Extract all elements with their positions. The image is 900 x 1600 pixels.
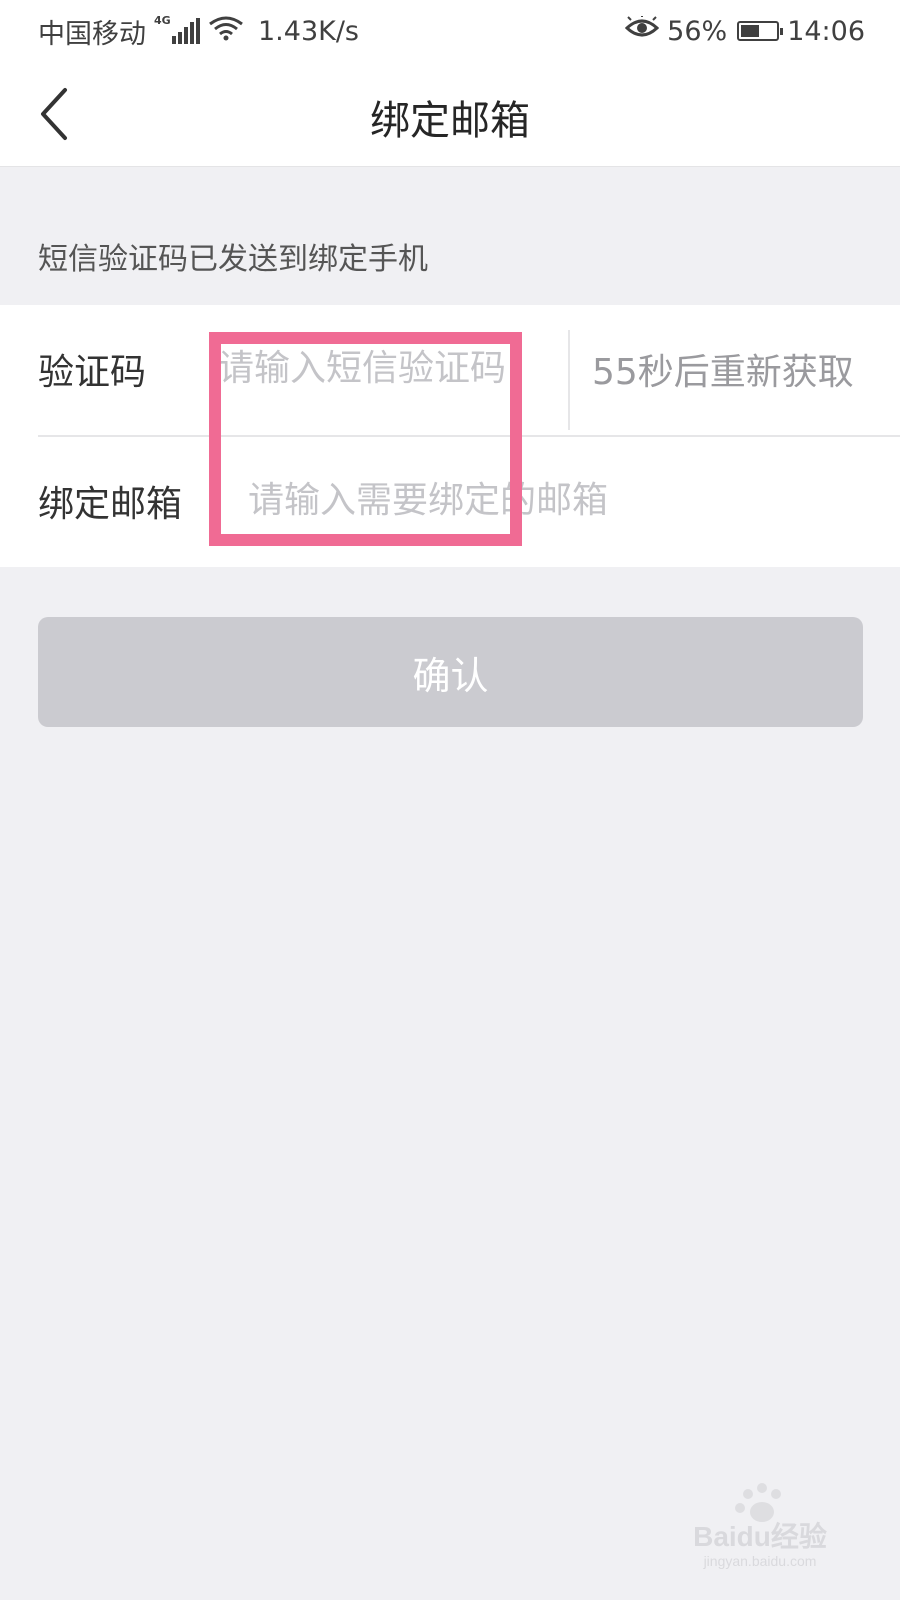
battery-icon: [737, 21, 784, 41]
network-type: 4G: [154, 14, 171, 27]
email-label: 绑定邮箱: [38, 484, 183, 525]
email-row: 绑定邮箱: [0, 437, 900, 567]
clock: 14:06: [787, 15, 865, 47]
verification-code-input[interactable]: [218, 335, 518, 401]
battery-percent: 56%: [667, 15, 728, 47]
bind-email-form: 验证码 55秒后重新获取 绑定邮箱: [0, 305, 900, 567]
carrier-name: 中国移动: [38, 18, 146, 50]
baidu-watermark: Baidu经验 jingyan.baidu.com: [670, 1480, 850, 1570]
eye-icon: [624, 13, 660, 47]
watermark-url: jingyan.baidu.com: [703, 1553, 817, 1569]
resend-code-button[interactable]: 55秒后重新获取: [592, 343, 854, 395]
confirm-button[interactable]: 确认: [38, 617, 863, 727]
wifi-icon: [208, 14, 244, 49]
email-input[interactable]: [248, 467, 808, 533]
sms-sent-hint: 短信验证码已发送到绑定手机: [38, 242, 428, 277]
field-divider: [568, 330, 570, 430]
verification-code-label: 验证码: [38, 352, 147, 393]
nav-bar: 绑定邮箱: [0, 62, 900, 167]
signal-icon: 4G: [154, 14, 200, 46]
status-right: 56% 14:06: [617, 12, 865, 50]
status-bar: 中国移动 4G 1.43K/s 56% 14:06: [0, 0, 900, 62]
watermark-brand: Baidu经验: [693, 1520, 827, 1552]
network-speed: 1.43K/s: [258, 15, 359, 47]
verification-code-row: 验证码 55秒后重新获取: [0, 305, 900, 437]
status-left: 中国移动 4G 1.43K/s: [38, 12, 359, 50]
page-title: 绑定邮箱: [370, 98, 530, 144]
battery-fill: [741, 25, 760, 37]
